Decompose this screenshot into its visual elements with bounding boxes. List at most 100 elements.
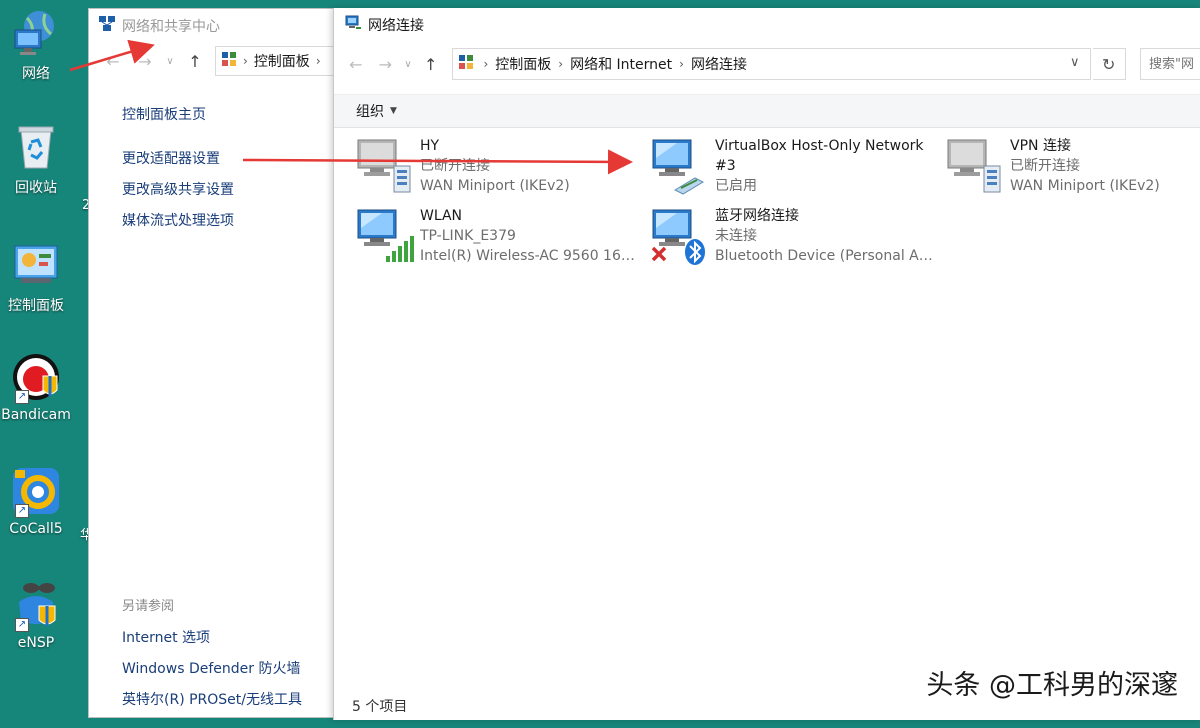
connection-text: VPN 连接 已断开连接 WAN Miniport (IKEv2) bbox=[1010, 136, 1200, 196]
connection-name: VPN 连接 bbox=[1010, 138, 1071, 154]
breadcrumb-segment[interactable]: 控制面板 bbox=[254, 51, 310, 71]
desktop-icon-control-panel[interactable]: 控制面板 bbox=[0, 240, 72, 315]
media-streaming-options-link[interactable]: 媒体流式处理选项 bbox=[122, 210, 234, 230]
connection-device: Bluetooth Device (Personal Are... bbox=[715, 248, 935, 264]
recycle-bin-icon bbox=[11, 122, 61, 172]
network-sharing-center-icon bbox=[98, 15, 116, 37]
connection-device: Intel(R) Wireless-AC 9560 160... bbox=[420, 248, 640, 264]
cocall5-icon: ↗ bbox=[11, 466, 61, 518]
breadcrumb-segment[interactable]: 控制面板 bbox=[495, 54, 551, 74]
connection-status: TP-LINK_E379 bbox=[420, 228, 516, 244]
desktop-icon-label: 控制面板 bbox=[8, 298, 64, 314]
connection-status: 已断开连接 bbox=[1010, 158, 1080, 174]
connection-item-wlan[interactable]: WLAN TP-LINK_E379 Intel(R) Wireless-AC 9… bbox=[356, 206, 641, 270]
forward-arrow-icon[interactable]: → bbox=[131, 52, 159, 71]
address-dropdown-chevron-icon[interactable]: ∨ bbox=[1070, 55, 1080, 70]
up-arrow-icon[interactable]: ↑ bbox=[181, 52, 209, 71]
desktop-icon-label: eNSP bbox=[17, 635, 55, 651]
connection-text: HY 已断开连接 WAN Miniport (IKEv2) bbox=[420, 136, 640, 196]
control-panel-home-link[interactable]: 控制面板主页 bbox=[122, 104, 234, 124]
back-arrow-icon[interactable]: ← bbox=[342, 55, 370, 74]
connection-name: VirtualBox Host-Only Network #3 bbox=[715, 138, 924, 174]
titlebar: 网络和共享中心 bbox=[89, 9, 339, 43]
connection-item-bluetooth[interactable]: 蓝牙网络连接 未连接 Bluetooth Device (Personal Ar… bbox=[651, 206, 936, 270]
desktop-icon-ensp[interactable]: ↗ eNSP bbox=[0, 580, 72, 651]
connection-item-virtualbox[interactable]: VirtualBox Host-Only Network #3 已启用 bbox=[651, 136, 936, 200]
intel-proset-wireless-link[interactable]: 英特尔(R) PROSet/无线工具 bbox=[122, 689, 302, 709]
breadcrumb-segment[interactable]: 网络连接 bbox=[691, 54, 747, 74]
task-links: 控制面板主页 更改适配器设置 更改高级共享设置 媒体流式处理选项 bbox=[122, 104, 234, 241]
command-bar: 组织 ▼ bbox=[334, 94, 1200, 128]
connection-item-vpn[interactable]: VPN 连接 已断开连接 WAN Miniport (IKEv2) bbox=[946, 136, 1200, 200]
connection-text: 蓝牙网络连接 未连接 Bluetooth Device (Personal Ar… bbox=[715, 206, 935, 266]
breadcrumb-separator-icon: › bbox=[558, 57, 564, 71]
window-title: 网络连接 bbox=[368, 18, 424, 34]
navigation-bar: ← → ∨ ↑ › 控制面板 › bbox=[89, 43, 339, 79]
connection-name: 蓝牙网络连接 bbox=[715, 208, 799, 224]
shortcut-arrow-icon: ↗ bbox=[15, 504, 29, 518]
change-adapter-settings-link[interactable]: 更改适配器设置 bbox=[122, 148, 234, 168]
network-sharing-center-window: 网络和共享中心 ← → ∨ ↑ › 控制面板 › 控制面板主页 更改适配器设置 … bbox=[88, 8, 340, 718]
connection-text: WLAN TP-LINK_E379 Intel(R) Wireless-AC 9… bbox=[420, 206, 640, 266]
bandicam-icon: ↗ bbox=[11, 352, 61, 404]
see-also-section: 另请参阅 Internet 选项 Windows Defender 防火墙 英特… bbox=[122, 595, 302, 720]
windows-defender-firewall-link[interactable]: Windows Defender 防火墙 bbox=[122, 658, 302, 678]
internet-options-link[interactable]: Internet 选项 bbox=[122, 627, 302, 647]
desktop-icon-cocall5[interactable]: ↗ CoCall5 bbox=[0, 466, 72, 537]
wan-miniport-connection-icon bbox=[356, 136, 416, 196]
search-input[interactable] bbox=[1139, 48, 1200, 80]
see-also-header: 另请参阅 bbox=[122, 599, 175, 614]
ethernet-connection-icon bbox=[651, 136, 711, 196]
titlebar: 网络连接 bbox=[334, 8, 1200, 42]
back-arrow-icon[interactable]: ← bbox=[99, 52, 127, 71]
watermark-text: 头条 @工科男的深邃 bbox=[926, 670, 1178, 701]
connection-status: 已启用 bbox=[715, 178, 757, 194]
refresh-button[interactable]: ↻ bbox=[1092, 48, 1126, 80]
connection-name: WLAN bbox=[420, 208, 463, 224]
breadcrumb-separator-icon: › bbox=[483, 57, 489, 71]
wifi-connection-icon bbox=[356, 206, 416, 266]
dropdown-triangle-icon: ▼ bbox=[390, 106, 397, 116]
recent-locations-chevron-icon[interactable]: ∨ bbox=[401, 59, 415, 70]
control-panel-icon bbox=[11, 240, 61, 290]
network-connections-window: 网络连接 ← → ∨ ↑ › 控制面板 › 网络和 Internet › 网络连… bbox=[333, 8, 1200, 720]
address-bar[interactable]: › 控制面板 › 网络和 Internet › 网络连接 ∨ bbox=[452, 48, 1091, 80]
connection-device: WAN Miniport (IKEv2) bbox=[1010, 178, 1160, 194]
network-connections-small-icon bbox=[458, 54, 476, 74]
breadcrumb-separator-icon: › bbox=[679, 57, 684, 71]
desktop-icon-label: 回收站 bbox=[15, 180, 57, 196]
breadcrumb-separator-icon: › bbox=[243, 54, 248, 68]
network-connections-icon bbox=[344, 14, 362, 36]
desktop-icon-network[interactable]: 网络 bbox=[0, 8, 72, 83]
bluetooth-connection-icon bbox=[651, 206, 711, 266]
shortcut-arrow-icon: ↗ bbox=[15, 390, 29, 404]
desktop-icon-bandicam[interactable]: ↗ Bandicam bbox=[0, 352, 72, 423]
navigation-bar: ← → ∨ ↑ › 控制面板 › 网络和 Internet › 网络连接 ∨ ↻ bbox=[334, 42, 1200, 86]
window-title: 网络和共享中心 bbox=[122, 19, 220, 35]
connection-status: 未连接 bbox=[715, 228, 757, 244]
wan-miniport-connection-icon bbox=[946, 136, 1006, 196]
breadcrumb-separator-icon: › bbox=[315, 54, 321, 68]
refresh-icon: ↻ bbox=[1102, 54, 1116, 74]
recent-locations-chevron-icon[interactable]: ∨ bbox=[163, 56, 177, 67]
organize-menu-button[interactable]: 组织 bbox=[356, 101, 384, 121]
status-bar-item-count: 5 个项目 bbox=[352, 699, 408, 715]
forward-arrow-icon[interactable]: → bbox=[372, 55, 400, 74]
shortcut-arrow-icon: ↗ bbox=[15, 618, 29, 632]
control-panel-small-icon bbox=[221, 51, 237, 71]
desktop-icon-label: CoCall5 bbox=[9, 521, 63, 537]
breadcrumb-segment[interactable]: 网络和 Internet bbox=[570, 54, 672, 74]
address-bar[interactable]: › 控制面板 › bbox=[215, 46, 339, 76]
connection-name: HY bbox=[420, 138, 440, 154]
connection-device: WAN Miniport (IKEv2) bbox=[420, 178, 570, 194]
connection-text: VirtualBox Host-Only Network #3 已启用 bbox=[715, 136, 935, 196]
ensp-icon: ↗ bbox=[11, 580, 61, 632]
connection-item-hy[interactable]: HY 已断开连接 WAN Miniport (IKEv2) bbox=[356, 136, 641, 200]
desktop-icon-recycle-bin[interactable]: 回收站 bbox=[0, 122, 72, 197]
change-advanced-sharing-link[interactable]: 更改高级共享设置 bbox=[122, 179, 234, 199]
up-arrow-icon[interactable]: ↑ bbox=[417, 55, 445, 74]
desktop-icon-label: Bandicam bbox=[1, 407, 71, 423]
desktop-icon-label: 网络 bbox=[22, 66, 50, 82]
network-icon bbox=[11, 8, 61, 58]
connection-status: 已断开连接 bbox=[420, 158, 490, 174]
